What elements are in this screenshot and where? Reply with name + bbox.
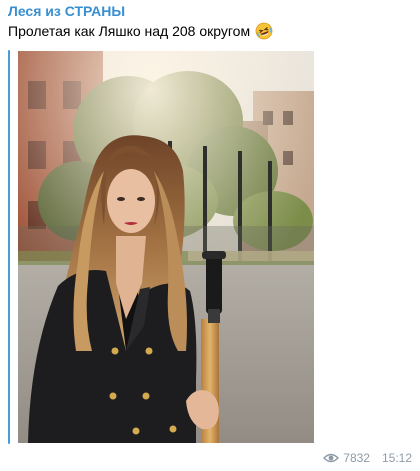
post-time: 15:12 [381,451,412,465]
channel-name[interactable]: Леся из СТРАНЫ [8,3,125,19]
channel-post: Леся из СТРАНЫ Пролетая как Ляшко над 20… [0,0,420,471]
photo-accent-bar [8,50,10,444]
view-count: 7832 [343,451,370,465]
post-photo[interactable] [18,51,314,443]
post-meta: 7832 15:12 [323,451,412,465]
eye-icon [323,452,340,464]
rofl-face-icon [255,22,273,40]
message-text-line: Пролетая как Ляшко над 208 округом [8,22,273,40]
message-text: Пролетая как Ляшко над 208 округом [8,23,251,39]
